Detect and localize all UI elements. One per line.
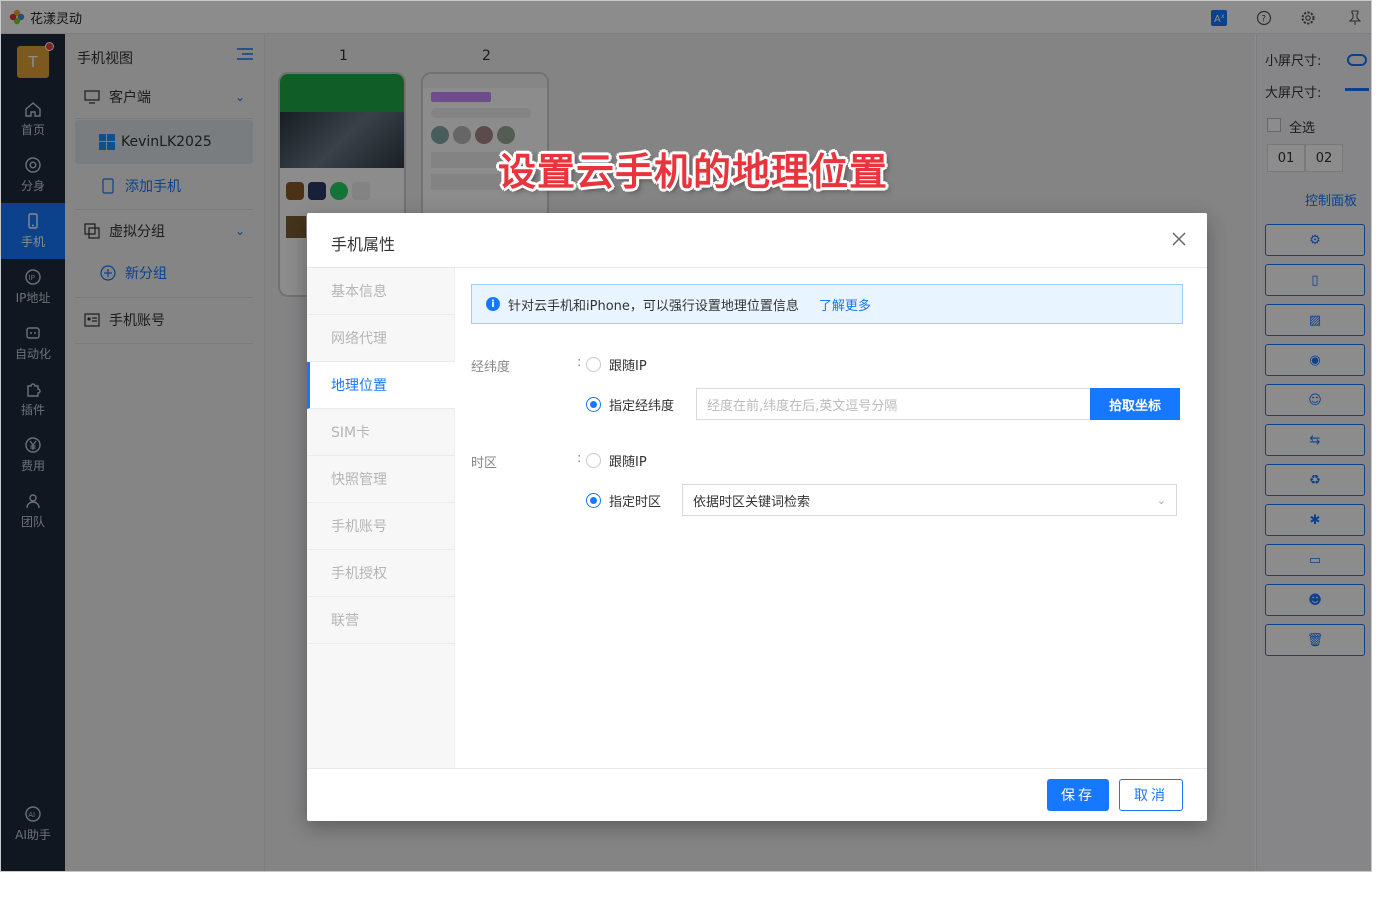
tab-phone-authorization[interactable]: 手机授权: [307, 550, 455, 597]
timezone-select-value: 依据时区关键词检索: [693, 494, 811, 510]
radio-label: 指定经纬度: [609, 399, 675, 414]
close-icon[interactable]: [1169, 229, 1189, 249]
dialog-tabs: 基本信息 网络代理 地理位置 SIM卡 快照管理 手机账号 手机授权 联营: [307, 268, 455, 768]
tab-geo-location[interactable]: 地理位置: [307, 362, 455, 409]
latlng-label: 经纬度: [471, 360, 511, 375]
cancel-button[interactable]: 取消: [1119, 779, 1183, 811]
radio-circle: [586, 493, 601, 508]
timezone-colon: :: [577, 451, 582, 466]
app-window: 花漾灵动 Ax ? T 首页 分身 手机 IP IP地址 自动化 插件 费用 团…: [0, 0, 1372, 872]
latlng-follow-ip-radio[interactable]: 跟随IP: [586, 355, 647, 374]
info-alert: i 针对云手机和iPhone，可以强行设置地理位置信息 了解更多: [471, 284, 1183, 324]
radio-circle: [586, 453, 601, 468]
pick-coordinates-button[interactable]: 拾取坐标: [1090, 388, 1180, 420]
dialog-body: i 针对云手机和iPhone，可以强行设置地理位置信息 了解更多 经纬度 : 跟…: [455, 268, 1207, 768]
dialog-footer: 保存 取消: [307, 768, 1207, 821]
dialog-title: 手机属性: [331, 235, 396, 254]
phone-properties-dialog: 手机属性 基本信息 网络代理 地理位置 SIM卡 快照管理 手机账号 手机授权 …: [307, 213, 1207, 821]
chevron-down-icon: ⌄: [1156, 493, 1166, 507]
tab-basic-info[interactable]: 基本信息: [307, 268, 455, 315]
tab-snapshot[interactable]: 快照管理: [307, 456, 455, 503]
info-icon: i: [486, 297, 500, 311]
learn-more-link[interactable]: 了解更多: [819, 295, 871, 314]
timezone-select[interactable]: 依据时区关键词检索 ⌄: [682, 484, 1177, 516]
annotation-banner: 设置云手机的地理位置: [498, 150, 889, 194]
info-text: 针对云手机和iPhone，可以强行设置地理位置信息: [508, 298, 799, 314]
latlng-specify-radio[interactable]: 指定经纬度: [586, 395, 674, 414]
timezone-label: 时区: [471, 456, 498, 471]
radio-label: 指定时区: [609, 495, 662, 510]
tab-sim-card[interactable]: SIM卡: [307, 409, 455, 456]
radio-label: 跟随IP: [609, 359, 647, 374]
timezone-specify-radio[interactable]: 指定时区: [586, 491, 661, 510]
radio-circle: [586, 357, 601, 372]
radio-label: 跟随IP: [609, 455, 647, 470]
dialog-header: 手机属性: [307, 213, 1207, 268]
tab-joint-operation[interactable]: 联营: [307, 597, 455, 644]
timezone-follow-ip-radio[interactable]: 跟随IP: [586, 451, 647, 470]
save-button[interactable]: 保存: [1047, 779, 1109, 811]
radio-circle: [586, 397, 601, 412]
coordinate-input[interactable]: 经度在前,纬度在后,英文逗号分隔: [696, 388, 1090, 420]
latlng-colon: :: [577, 355, 582, 370]
tab-network-proxy[interactable]: 网络代理: [307, 315, 455, 362]
tab-phone-account[interactable]: 手机账号: [307, 503, 455, 550]
